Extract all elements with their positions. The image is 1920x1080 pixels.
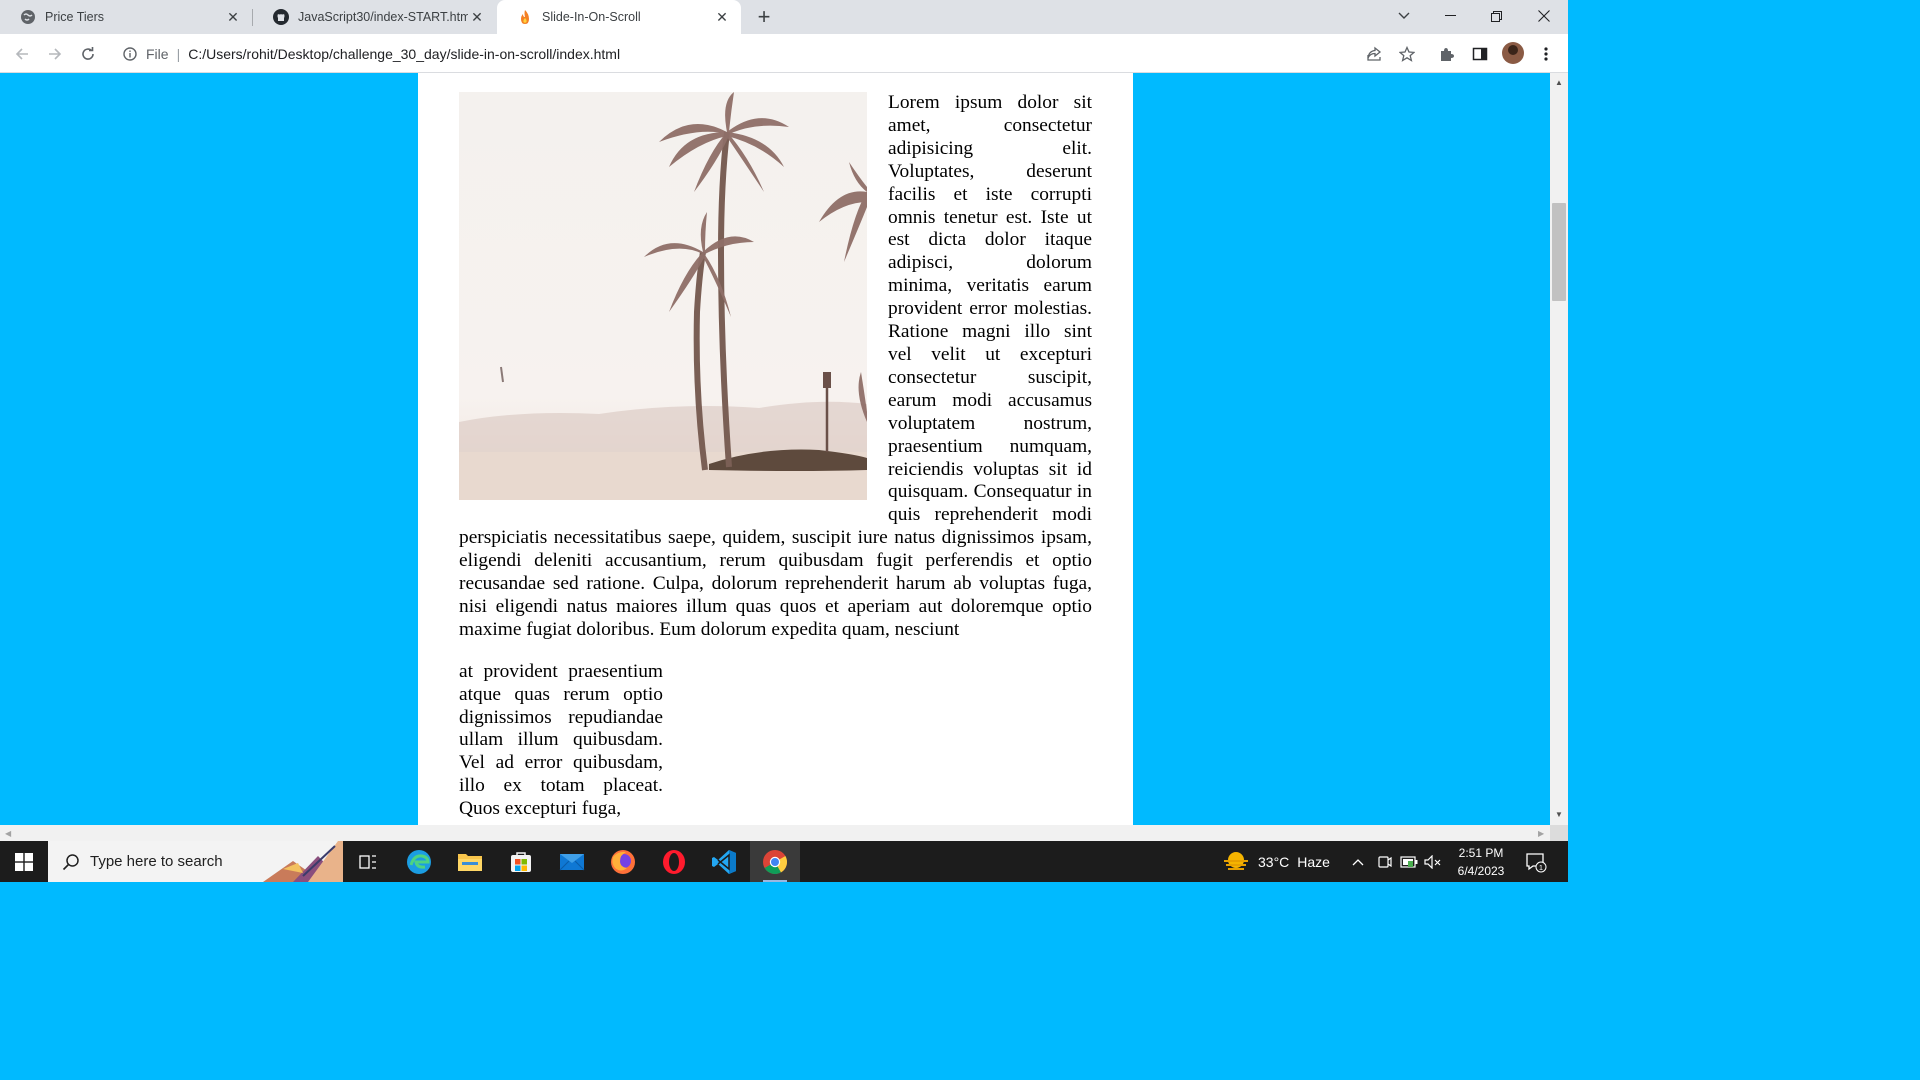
tab-javascript30[interactable]: JavaScript30/index-START.html at ✕ xyxy=(253,0,496,34)
mail-icon[interactable] xyxy=(547,841,597,882)
volume-muted-icon[interactable] xyxy=(1424,841,1442,882)
close-window-button[interactable] xyxy=(1521,0,1567,32)
windows-logo-icon xyxy=(15,852,33,871)
tab-title: JavaScript30/index-START.html at xyxy=(298,10,468,24)
share-icon[interactable] xyxy=(1360,40,1388,68)
meet-now-icon[interactable] xyxy=(1378,841,1392,882)
scroll-up-arrow[interactable]: ▲ xyxy=(1555,79,1563,87)
weather-temp: 33°C xyxy=(1258,853,1290,870)
restore-button[interactable] xyxy=(1473,0,1519,32)
minimize-button[interactable] xyxy=(1427,0,1473,32)
close-tab-icon[interactable]: ✕ xyxy=(224,8,242,26)
page-viewport: Lorem ipsum dolor sit amet, consectetur … xyxy=(0,73,1550,825)
windows-taskbar: Type here to search 33°C Haze 2:51 PM 6/… xyxy=(0,841,1568,882)
palm-trees-image xyxy=(459,92,867,500)
url-text[interactable]: C:/Users/rohit/Desktop/challenge_30_day/… xyxy=(188,46,620,62)
search-icon xyxy=(62,853,80,871)
vscode-icon[interactable] xyxy=(699,841,749,882)
opera-icon[interactable] xyxy=(649,841,699,882)
tab-search-chevron-down-icon[interactable] xyxy=(1381,0,1427,32)
menu-kebab-icon[interactable] xyxy=(1532,40,1560,68)
tab-slide-in-on-scroll[interactable]: Slide-In-On-Scroll ✕ xyxy=(497,0,741,34)
tab-title: Slide-In-On-Scroll xyxy=(542,10,641,24)
active-app-indicator xyxy=(763,880,787,882)
extensions-puzzle-icon[interactable] xyxy=(1433,40,1461,68)
task-view-icon[interactable] xyxy=(343,841,393,882)
paragraph-1: Lorem ipsum dolor sit amet, consectetur … xyxy=(459,92,1092,642)
page-content: Lorem ipsum dolor sit amet, consectetur … xyxy=(418,73,1133,825)
edge-icon[interactable] xyxy=(394,841,444,882)
clock-date: 6/4/2023 xyxy=(1457,864,1505,878)
search-placeholder: Type here to search xyxy=(90,853,223,870)
search-highlight-illustration-icon xyxy=(263,841,343,882)
tab-price-tiers[interactable]: Price Tiers ✕ xyxy=(0,0,252,34)
close-tab-icon[interactable]: ✕ xyxy=(713,8,731,26)
notification-badge: 1 xyxy=(1539,863,1543,872)
scrollbar-corner xyxy=(1550,825,1568,841)
system-clock[interactable]: 2:51 PM 6/4/2023 xyxy=(1452,844,1510,880)
reload-button[interactable] xyxy=(74,40,102,68)
weather-condition: Haze xyxy=(1297,853,1330,870)
show-hidden-icons-chevron-up-icon[interactable] xyxy=(1352,841,1364,882)
fire-icon xyxy=(517,9,533,25)
github-icon xyxy=(273,9,289,25)
profile-avatar[interactable] xyxy=(1502,42,1524,64)
new-tab-button[interactable]: + xyxy=(752,4,776,29)
vertical-scroll-thumb[interactable] xyxy=(1552,203,1566,301)
browser-toolbar: File | C:/Users/rohit/Desktop/challenge_… xyxy=(0,34,1568,73)
taskbar-search-box[interactable]: Type here to search xyxy=(48,841,343,882)
scroll-down-arrow[interactable]: ▼ xyxy=(1555,811,1563,819)
start-button[interactable] xyxy=(0,841,48,882)
close-tab-icon[interactable]: ✕ xyxy=(468,8,486,26)
url-divider: | xyxy=(176,46,181,62)
scroll-right-arrow[interactable]: ▶ xyxy=(1538,829,1544,838)
store-icon[interactable] xyxy=(496,841,546,882)
side-panel-icon[interactable] xyxy=(1466,40,1494,68)
horizontal-scrollbar[interactable]: ◀ ▶ xyxy=(0,825,1550,841)
weather-widget[interactable]: 33°C Haze xyxy=(1222,841,1330,882)
firefox-icon[interactable] xyxy=(598,841,648,882)
address-bar[interactable]: File | C:/Users/rohit/Desktop/challenge_… xyxy=(112,39,1428,69)
notification-center-icon[interactable]: 1 xyxy=(1520,847,1552,877)
url-scheme-label: File xyxy=(146,46,169,62)
file-explorer-icon[interactable] xyxy=(445,841,495,882)
forward-button[interactable] xyxy=(41,40,69,68)
globe-icon xyxy=(20,9,36,25)
chrome-icon[interactable] xyxy=(750,841,800,882)
vertical-scrollbar[interactable]: ▲ ▼ xyxy=(1550,73,1568,825)
scroll-left-arrow[interactable]: ◀ xyxy=(5,829,11,838)
haze-sun-icon xyxy=(1224,851,1248,870)
clock-time: 2:51 PM xyxy=(1458,846,1504,860)
bookmark-star-icon[interactable] xyxy=(1393,40,1421,68)
tab-title: Price Tiers xyxy=(45,10,105,24)
back-button[interactable] xyxy=(8,40,36,68)
paragraph-2: at provident praesentium atque quas reru… xyxy=(459,660,663,820)
site-info-icon[interactable] xyxy=(122,46,138,62)
tab-strip: Price Tiers ✕ JavaScript30/index-START.h… xyxy=(0,0,1568,34)
battery-icon[interactable] xyxy=(1400,841,1418,882)
